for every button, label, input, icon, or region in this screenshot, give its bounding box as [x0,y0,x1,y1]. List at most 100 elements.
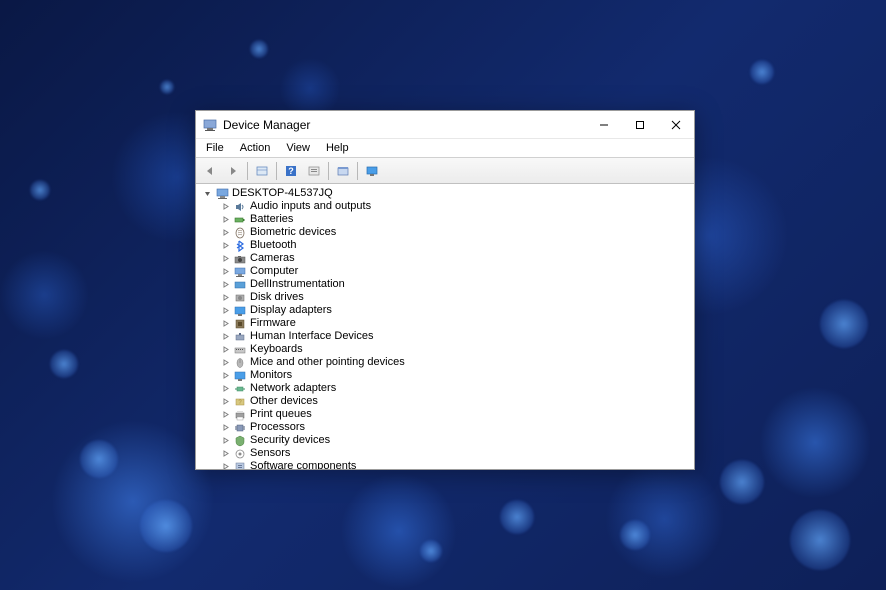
chevron-right-icon[interactable] [220,370,231,381]
tree-category-node[interactable]: Batteries [214,213,694,226]
device-manager-window: Device Manager File Action View Help [195,110,695,470]
printer-icon [233,408,247,421]
chevron-right-icon[interactable] [220,253,231,264]
tree-category-node[interactable]: ?Other devices [214,395,694,408]
mouse-icon [233,356,247,369]
tree-category-node[interactable]: Monitors [214,369,694,382]
tree-category-node[interactable]: Keyboards [214,343,694,356]
category-label: DellInstrumentation [250,278,345,291]
chevron-right-icon[interactable] [220,318,231,329]
category-label: Bluetooth [250,239,296,252]
monitor-icon [233,369,247,382]
chevron-right-icon[interactable] [220,227,231,238]
battery-icon [233,213,247,226]
category-label: Print queues [250,408,312,421]
chevron-right-icon[interactable] [220,448,231,459]
menu-action[interactable]: Action [232,140,279,156]
tree-category-node[interactable]: Bluetooth [214,239,694,252]
chevron-right-icon[interactable] [220,461,231,469]
tree-category-node[interactable]: Human Interface Devices [214,330,694,343]
chevron-right-icon[interactable] [220,279,231,290]
tree-category-node[interactable]: Network adapters [214,382,694,395]
tree-root-node[interactable]: DESKTOP-4L537JQ [200,187,694,200]
chevron-right-icon[interactable] [220,201,231,212]
toolbar: ? [196,158,694,184]
chevron-right-icon[interactable] [220,357,231,368]
chevron-right-icon[interactable] [220,383,231,394]
sensor-icon [233,447,247,460]
tree-category-node[interactable]: Cameras [214,252,694,265]
category-label: Processors [250,421,305,434]
chevron-right-icon[interactable] [220,331,231,342]
toolbar-separator [357,162,358,180]
firmware-icon [233,317,247,330]
hid-icon [233,330,247,343]
processor-icon [233,421,247,434]
category-label: Mice and other pointing devices [250,356,405,369]
computer-icon [233,265,247,278]
chevron-right-icon[interactable] [220,266,231,277]
other-icon: ? [233,395,247,408]
tree-category-node[interactable]: Display adapters [214,304,694,317]
help-button[interactable]: ? [280,160,302,182]
menu-file[interactable]: File [198,140,232,156]
properties-button[interactable] [332,160,354,182]
security-icon [233,434,247,447]
chevron-right-icon[interactable] [220,240,231,251]
category-label: Security devices [250,434,330,447]
audio-icon [233,200,247,213]
forward-button[interactable] [222,160,244,182]
category-label: Computer [250,265,298,278]
close-button[interactable] [658,111,694,138]
chevron-right-icon[interactable] [220,214,231,225]
chevron-right-icon[interactable] [220,396,231,407]
category-label: Human Interface Devices [250,330,374,343]
back-button[interactable] [199,160,221,182]
refresh-button[interactable] [303,160,325,182]
maximize-button[interactable] [622,111,658,138]
tree-category-node[interactable]: Print queues [214,408,694,421]
disk-icon [233,291,247,304]
chevron-right-icon[interactable] [220,409,231,420]
tree-category-node[interactable]: Processors [214,421,694,434]
menu-help[interactable]: Help [318,140,357,156]
device-tree[interactable]: DESKTOP-4L537JQ Audio inputs and outputs… [196,184,694,469]
chevron-right-icon[interactable] [220,292,231,303]
category-label: Monitors [250,369,292,382]
software-icon [233,460,247,469]
computer-icon [215,187,229,200]
dell-icon [233,278,247,291]
tree-category-node[interactable]: DellInstrumentation [214,278,694,291]
chevron-right-icon[interactable] [220,344,231,355]
titlebar[interactable]: Device Manager [196,111,694,139]
tree-category-node[interactable]: Mice and other pointing devices [214,356,694,369]
chevron-down-icon[interactable] [202,188,213,199]
tree-category-node[interactable]: Sensors [214,447,694,460]
category-label: Software components [250,460,356,469]
chevron-right-icon[interactable] [220,305,231,316]
scan-button[interactable] [361,160,383,182]
tree-category-node[interactable]: Software components [214,460,694,469]
window-controls [586,111,694,138]
category-label: Batteries [250,213,293,226]
chevron-right-icon[interactable] [220,435,231,446]
minimize-button[interactable] [586,111,622,138]
display-icon [233,304,247,317]
tree-category-node[interactable]: Security devices [214,434,694,447]
category-label: Audio inputs and outputs [250,200,371,213]
chevron-right-icon[interactable] [220,422,231,433]
tree-category-node[interactable]: Biometric devices [214,226,694,239]
tree-category-node[interactable]: Computer [214,265,694,278]
show-hidden-button[interactable] [251,160,273,182]
category-label: Biometric devices [250,226,336,239]
svg-text:?: ? [288,166,294,176]
category-label: Network adapters [250,382,336,395]
tree-category-node[interactable]: Firmware [214,317,694,330]
category-label: Display adapters [250,304,332,317]
camera-icon [233,252,247,265]
tree-children: Audio inputs and outputsBatteriesBiometr… [200,200,694,469]
menu-view[interactable]: View [278,140,318,156]
tree-category-node[interactable]: Audio inputs and outputs [214,200,694,213]
tree-category-node[interactable]: Disk drives [214,291,694,304]
toolbar-separator [276,162,277,180]
